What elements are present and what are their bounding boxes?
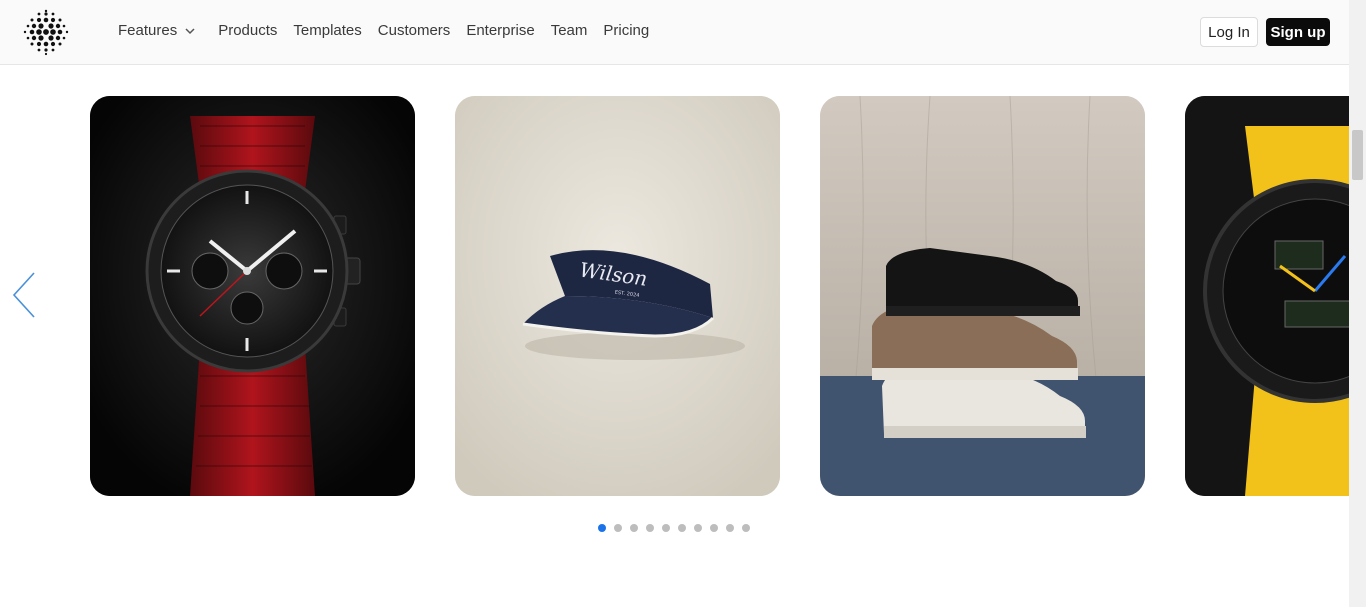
watch-red-strap-image [90, 96, 415, 496]
chevron-down-icon [185, 27, 195, 34]
carousel-dot-7[interactable] [694, 524, 702, 532]
carousel-slide-watch-yellow[interactable] [1185, 96, 1349, 496]
dotted-sphere-logo[interactable] [22, 8, 70, 56]
product-carousel: Wilson EST. 2024 [0, 65, 1349, 607]
top-navigation-bar: Features Products Templates Customers En… [0, 0, 1349, 65]
stacked-sneakers-image [820, 96, 1145, 496]
carousel-dot-8[interactable] [710, 524, 718, 532]
carousel-dot-6[interactable] [678, 524, 686, 532]
page-scrollbar[interactable] [1349, 0, 1366, 607]
carousel-slide-watch-red[interactable] [90, 96, 415, 496]
watch-yellow-strap-image [1185, 96, 1349, 496]
carousel-dot-5[interactable] [662, 524, 670, 532]
signup-button[interactable]: Sign up [1266, 18, 1330, 46]
carousel-dot-9[interactable] [726, 524, 734, 532]
nav-features-label: Features [118, 22, 178, 39]
carousel-dot-10[interactable] [742, 524, 750, 532]
carousel-dot-2[interactable] [614, 524, 622, 532]
nav-templates[interactable]: Templates [293, 22, 361, 39]
carousel-pagination [598, 524, 758, 532]
nav-features[interactable]: Features [118, 22, 196, 39]
nav-team[interactable]: Team [551, 22, 588, 39]
nav-enterprise[interactable]: Enterprise [466, 22, 534, 39]
visor-cap-image: Wilson EST. 2024 [455, 96, 780, 496]
nav-pricing[interactable]: Pricing [603, 22, 649, 39]
carousel-dot-3[interactable] [630, 524, 638, 532]
carousel-dot-1[interactable] [598, 524, 606, 532]
scrollbar-thumb[interactable] [1352, 130, 1363, 180]
chevron-left-icon[interactable] [8, 270, 40, 320]
nav-products[interactable]: Products [218, 22, 277, 39]
carousel-slide-sneakers[interactable] [820, 96, 1145, 496]
login-button[interactable]: Log In [1200, 17, 1258, 47]
carousel-slide-visor[interactable]: Wilson EST. 2024 [455, 96, 780, 496]
main-nav: Features Products Templates Customers En… [118, 22, 665, 39]
nav-customers[interactable]: Customers [378, 22, 451, 39]
carousel-dot-4[interactable] [646, 524, 654, 532]
